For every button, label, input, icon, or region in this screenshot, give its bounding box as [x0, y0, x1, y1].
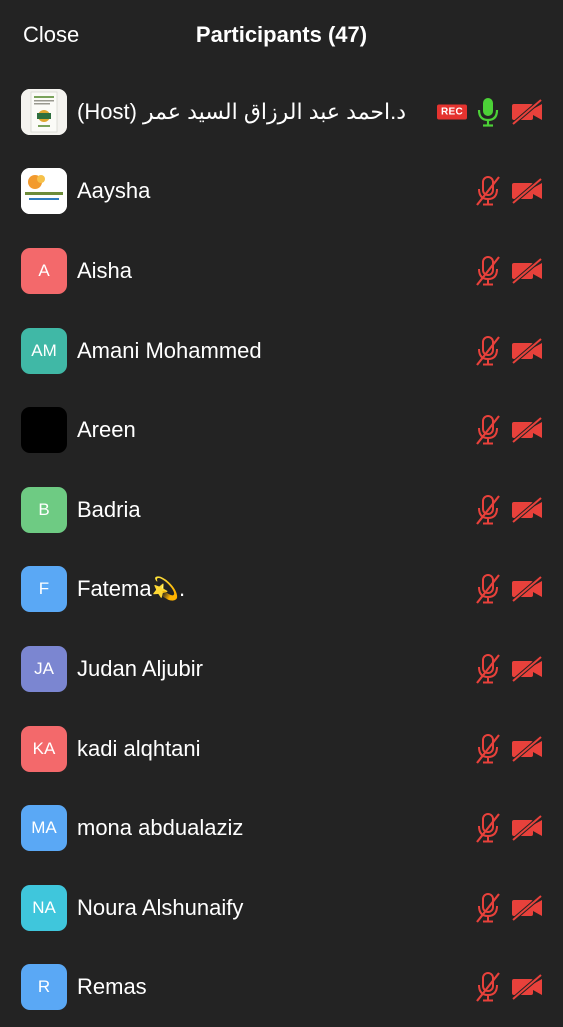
avatar-initials: MA	[31, 818, 57, 838]
microphone-muted-icon	[474, 812, 502, 844]
top-bar: Close Participants (47)	[0, 0, 563, 72]
microphone-muted-icon	[474, 175, 502, 207]
avatar-initials: JA	[34, 658, 54, 678]
participant-name: mona abdualaziz	[77, 815, 244, 841]
avatar	[21, 168, 67, 215]
participant-name: Amani Mohammed	[77, 337, 262, 363]
avatar	[21, 88, 67, 135]
video-off-icon	[510, 496, 544, 524]
recording-badge: REC	[437, 104, 468, 120]
avatar: A	[21, 247, 67, 294]
video-off-icon	[510, 894, 544, 922]
video-off-icon	[510, 416, 544, 444]
participant-row[interactable]: AM Amani Mohammed	[0, 311, 563, 391]
avatar-initials: KA	[32, 738, 56, 758]
avatar: MA	[21, 805, 67, 852]
participant-name: Remas	[77, 974, 147, 1000]
participant-row[interactable]: Areen	[0, 390, 563, 470]
participant-name: Aaysha	[77, 178, 151, 204]
microphone-muted-icon	[474, 653, 502, 685]
avatar: NA	[21, 884, 67, 931]
participant-row[interactable]: KA kadi alqhtani	[0, 709, 563, 789]
participant-row[interactable]: د.احمد عبد الرزاق السيد عمر (Host) REC	[0, 72, 563, 152]
video-off-icon	[510, 257, 544, 285]
participant-row[interactable]: R Remas	[0, 948, 563, 1027]
microphone-icon	[474, 96, 502, 128]
microphone-muted-icon	[474, 414, 502, 446]
video-off-icon	[510, 177, 544, 205]
participant-name: Aisha	[77, 257, 133, 283]
video-off-icon	[510, 337, 544, 365]
video-off-icon	[510, 973, 544, 1001]
avatar: KA	[21, 725, 67, 772]
avatar: R	[21, 964, 67, 1011]
participant-row[interactable]: NA Noura Alshunaify	[0, 868, 563, 948]
participant-list: د.احمد عبد الرزاق السيد عمر (Host) REC Aa…	[0, 72, 563, 1027]
avatar: JA	[21, 645, 67, 692]
microphone-muted-icon	[474, 971, 502, 1003]
page-title: Participants (47)	[195, 22, 368, 47]
microphone-muted-icon	[474, 255, 502, 287]
avatar-initials: AM	[31, 340, 57, 360]
participant-name: د.احمد عبد الرزاق السيد عمر (Host)	[77, 98, 407, 124]
participant-name: Noura Alshunaify	[77, 894, 244, 920]
microphone-muted-icon	[474, 335, 502, 367]
avatar	[21, 407, 67, 454]
microphone-muted-icon	[474, 733, 502, 765]
participant-row[interactable]: Aaysha	[0, 152, 563, 232]
avatar-initials: B	[38, 499, 50, 519]
microphone-muted-icon	[474, 892, 502, 924]
avatar: AM	[21, 327, 67, 374]
participant-name: kadi alqhtani	[77, 735, 201, 761]
avatar: F	[21, 566, 67, 613]
participant-row[interactable]: F Fatema💫.	[0, 550, 563, 630]
participant-name: Areen	[77, 417, 136, 443]
avatar-initials: R	[37, 977, 51, 997]
participant-row[interactable]: JA Judan Aljubir	[0, 629, 563, 709]
participant-row[interactable]: B Badria	[0, 470, 563, 550]
video-off-icon	[510, 735, 544, 763]
video-off-icon	[510, 814, 544, 842]
participant-name: Badria	[77, 496, 141, 522]
avatar: B	[21, 486, 67, 533]
participant-row[interactable]: MA mona abdualaziz	[0, 788, 563, 868]
participant-name: Judan Aljubir	[77, 655, 203, 681]
participant-row[interactable]: A Aisha	[0, 231, 563, 311]
avatar-initials: A	[38, 260, 50, 280]
avatar-initials: NA	[32, 897, 56, 917]
video-off-icon	[510, 575, 544, 603]
microphone-muted-icon	[474, 494, 502, 526]
video-off-icon	[510, 98, 544, 126]
avatar-initials: F	[38, 579, 50, 599]
microphone-muted-icon	[474, 573, 502, 605]
participant-name: Fatema💫.	[77, 576, 186, 602]
video-off-icon	[510, 655, 544, 683]
